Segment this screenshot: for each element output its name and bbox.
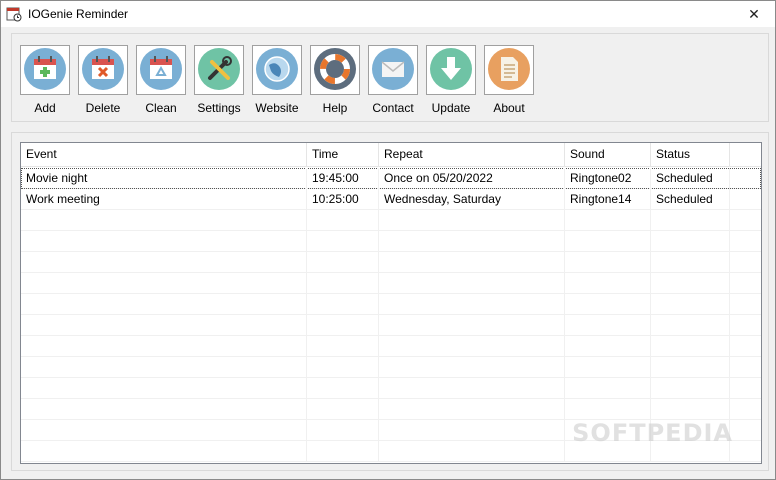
close-button[interactable]: ✕ [733, 1, 775, 27]
event-cell: Work meeting [21, 189, 307, 210]
sound-cell: Ringtone02 [565, 168, 651, 189]
download-arrow-icon [429, 47, 473, 94]
about-button[interactable]: About [484, 45, 534, 115]
repeat-cell: Once on 05/20/2022 [379, 168, 565, 189]
column-header-status[interactable]: Status [651, 143, 730, 167]
empty-row [21, 252, 761, 273]
add-button[interactable]: Add [20, 45, 70, 115]
events-list[interactable]: Event Time Repeat Sound Status Movie nig… [20, 142, 762, 464]
calendar-add-icon [23, 47, 67, 94]
repeat-cell: Wednesday, Saturday [379, 189, 565, 210]
title-bar: IOGenie Reminder ✕ [1, 1, 775, 27]
table-row[interactable]: Movie night 19:45:00 Once on 05/20/2022 … [21, 168, 761, 189]
empty-row [21, 357, 761, 378]
settings-button[interactable]: Settings [194, 45, 244, 115]
about-label: About [493, 101, 525, 115]
watermark: SOFTPEDIA [572, 419, 733, 447]
table-row[interactable]: Work meeting 10:25:00 Wednesday, Saturda… [21, 189, 761, 210]
calendar-recycle-icon [139, 47, 183, 94]
website-button[interactable]: Website [252, 45, 302, 115]
time-cell: 10:25:00 [307, 189, 379, 210]
lifebuoy-icon [313, 47, 357, 94]
list-header: Event Time Repeat Sound Status [21, 143, 761, 167]
event-cell: Movie night [21, 168, 307, 189]
empty-row [21, 399, 761, 420]
app-window: IOGenie Reminder ✕ Add Delete Clean Sett… [0, 0, 776, 480]
column-header-time[interactable]: Time [307, 143, 379, 167]
delete-button[interactable]: Delete [78, 45, 128, 115]
empty-row [21, 315, 761, 336]
globe-icon [255, 47, 299, 94]
empty-row [21, 294, 761, 315]
empty-row [21, 378, 761, 399]
tools-icon [197, 47, 241, 94]
close-icon: ✕ [748, 5, 760, 22]
list-panel: Event Time Repeat Sound Status Movie nig… [11, 132, 769, 471]
document-icon [487, 47, 531, 94]
calendar-clock-icon [6, 6, 22, 22]
time-cell: 19:45:00 [307, 168, 379, 189]
sound-cell: Ringtone14 [565, 189, 651, 210]
update-button[interactable]: Update [426, 45, 476, 115]
column-header-event[interactable]: Event [21, 143, 307, 167]
clean-button[interactable]: Clean [136, 45, 186, 115]
column-header-repeat[interactable]: Repeat [379, 143, 565, 167]
status-cell: Scheduled [651, 189, 730, 210]
empty-row [21, 273, 761, 294]
help-button[interactable]: Help [310, 45, 360, 115]
empty-row [21, 231, 761, 252]
empty-row [21, 210, 761, 231]
envelope-icon [371, 47, 415, 94]
status-cell: Scheduled [651, 168, 730, 189]
list-rows: Movie night 19:45:00 Once on 05/20/2022 … [21, 168, 761, 462]
toolbar: Add Delete Clean Settings Website Help C… [11, 33, 769, 122]
calendar-delete-icon [81, 47, 125, 94]
contact-button[interactable]: Contact [368, 45, 418, 115]
empty-row [21, 336, 761, 357]
window-title: IOGenie Reminder [28, 7, 129, 21]
column-header-sound[interactable]: Sound [565, 143, 651, 167]
